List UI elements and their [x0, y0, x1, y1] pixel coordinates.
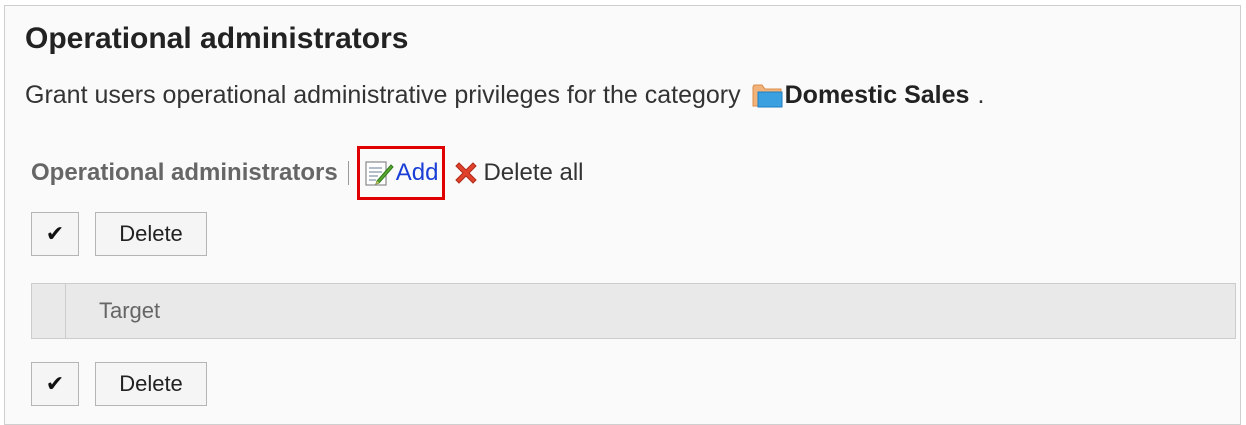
category-name: Domestic Sales	[784, 81, 970, 109]
description-text: Grant users operational administrative p…	[25, 81, 741, 109]
delete-button[interactable]: Delete	[95, 212, 207, 256]
select-all-checkbox-button[interactable]: ✔	[31, 212, 79, 256]
action-row-bottom: ✔ Delete	[31, 362, 207, 406]
delete-button-bottom[interactable]: Delete	[95, 362, 207, 406]
section-label: Operational administrators	[31, 159, 338, 186]
edit-note-icon	[365, 161, 394, 186]
delete-all-label: Delete all	[483, 159, 584, 186]
add-label: Add	[395, 159, 439, 186]
description: Grant users operational administrative p…	[25, 81, 984, 110]
folder-icon	[752, 84, 783, 108]
page-title: Operational administrators	[25, 22, 409, 55]
delete-all-button[interactable]: Delete all	[453, 159, 584, 187]
table-header-checkbox-cell	[32, 284, 66, 338]
table-header: Target	[31, 283, 1236, 339]
red-x-icon	[455, 162, 478, 184]
action-row-top: ✔ Delete	[31, 212, 207, 256]
toolbar-divider	[347, 161, 349, 185]
description-suffix: .	[977, 81, 985, 109]
add-button[interactable]: Add	[356, 146, 446, 200]
select-all-checkbox-button-bottom[interactable]: ✔	[31, 362, 79, 406]
admin-toolbar: Operational administrators Add Delete al…	[31, 143, 584, 203]
column-header-target: Target	[99, 298, 161, 323]
